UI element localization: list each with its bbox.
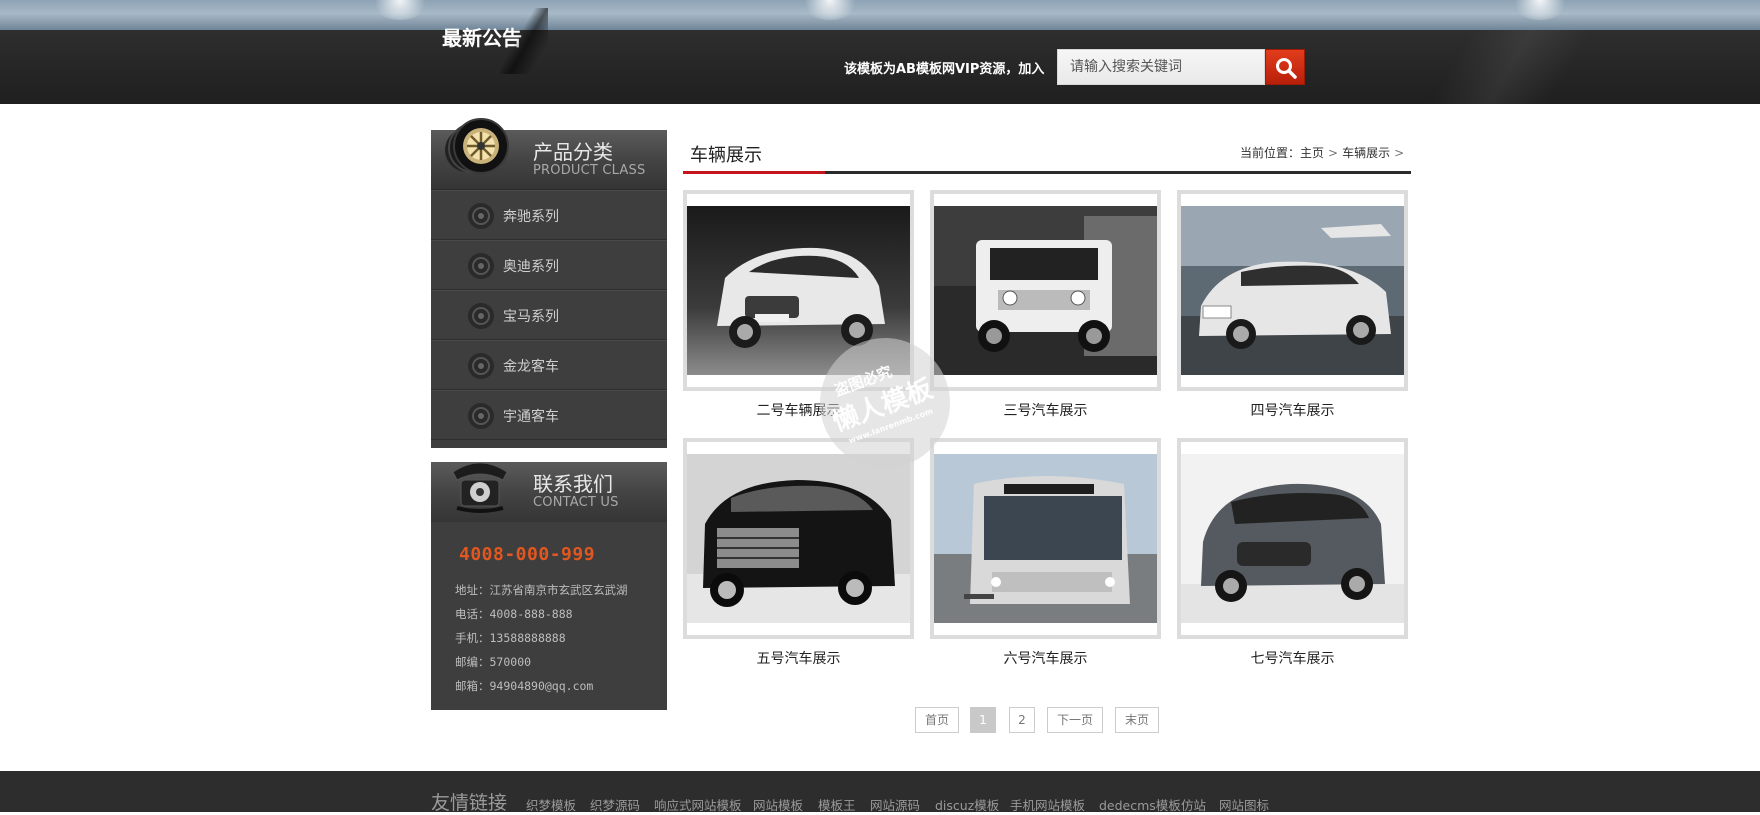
category-header: 产品分类 PRODUCT CLASS: [431, 118, 667, 190]
contact-email: 邮箱：94904890@qq.com: [455, 679, 594, 693]
contact-title: 联系我们: [533, 472, 613, 496]
category-item-audi[interactable]: 奥迪系列: [431, 240, 667, 290]
footer-link[interactable]: 响应式网站模板: [654, 795, 742, 814]
category-item-label: 金龙客车: [503, 359, 559, 375]
footer-link[interactable]: dedecms模板: [1099, 795, 1181, 814]
search-icon: [1276, 58, 1297, 79]
footer-link[interactable]: 织梦源码: [590, 795, 640, 814]
category-item-label: 宝马系列: [503, 309, 559, 325]
breadcrumb: 当前位置：主页 > 车辆展示 >: [1240, 144, 1408, 161]
product-image-wagon-white: [1181, 206, 1404, 375]
footer-link[interactable]: 模板王: [818, 795, 856, 814]
hotline-number: 4008-000-999: [459, 544, 596, 565]
product-caption[interactable]: 七号汽车展示: [1177, 648, 1408, 668]
product-card[interactable]: [1177, 438, 1408, 639]
category-item-label: 奥迪系列: [503, 259, 559, 275]
notice-bar-sheen: [1380, 30, 1640, 104]
category-item-yutong[interactable]: 宇通客车: [431, 390, 667, 440]
category-item-kinglong[interactable]: 金龙客车: [431, 340, 667, 390]
contact-address: 地址：江苏省南京市玄武区玄武湖: [455, 583, 628, 597]
contact-header: 联系我们 CONTACT US: [431, 462, 667, 522]
contact-phone: 电话：4008-888-888: [455, 607, 573, 621]
telephone-icon: [452, 462, 508, 513]
wheel-icon: [468, 403, 494, 429]
product-card[interactable]: [930, 438, 1161, 639]
footer-link[interactable]: 网站源码: [870, 795, 920, 814]
category-item-label: 奔驰系列: [503, 209, 559, 225]
tire-icon: [445, 118, 509, 174]
footer-link[interactable]: discuz模板: [935, 795, 999, 814]
contact-mobile: 手机：13588888888: [455, 631, 566, 645]
product-caption[interactable]: 四号汽车展示: [1177, 400, 1408, 420]
header-banner-strip: [0, 0, 1760, 30]
vip-notice-text[interactable]: 该模板为AB模板网VIP资源，加入: [844, 58, 1044, 77]
wheel-icon: [468, 203, 494, 229]
pagination-first[interactable]: 首页: [915, 707, 959, 733]
pagination-page-2[interactable]: 2: [1009, 707, 1035, 733]
breadcrumb-current-link[interactable]: 车辆展示: [1342, 146, 1390, 160]
product-caption[interactable]: 六号汽车展示: [930, 648, 1161, 668]
category-subtitle: PRODUCT CLASS: [533, 163, 646, 178]
product-card[interactable]: [1177, 190, 1408, 391]
search-button[interactable]: [1265, 49, 1305, 85]
notice-title-decoration: [500, 8, 548, 74]
footer-link[interactable]: 仿站: [1181, 795, 1206, 814]
product-caption[interactable]: 三号汽车展示: [930, 400, 1161, 420]
product-caption[interactable]: 五号汽车展示: [683, 648, 914, 668]
chevron-right-icon: >: [1394, 146, 1405, 160]
breadcrumb-prefix: 当前位置：: [1240, 146, 1301, 160]
footer-link[interactable]: 手机网站模板: [1010, 795, 1085, 814]
banner-glow: [800, 0, 860, 20]
pagination-next[interactable]: 下一页: [1047, 707, 1103, 733]
footer-links-title: 友情链接: [431, 792, 508, 814]
product-category-panel: 产品分类 PRODUCT CLASS 奔驰系列 奥迪系列 宝马系列 金龙客车 宇…: [431, 118, 667, 448]
category-item-bmw[interactable]: 宝马系列: [431, 290, 667, 340]
product-card[interactable]: [930, 190, 1161, 391]
chevron-right-icon: >: [1328, 146, 1339, 160]
wheel-icon: [468, 353, 494, 379]
product-image-bus: [934, 454, 1157, 623]
banner-glow: [370, 0, 430, 20]
wheel-icon: [468, 303, 494, 329]
product-image-gclass-white: [934, 206, 1157, 375]
category-item-label: 宇通客车: [503, 409, 559, 425]
footer: 友情链接 织梦模板 织梦源码 响应式网站模板 网站模板 模板王 网站源码 dis…: [0, 771, 1760, 814]
title-divider-accent: [683, 171, 825, 174]
wheel-icon: [468, 253, 494, 279]
banner-glow: [1510, 0, 1570, 20]
contact-postcode: 邮编：570000: [455, 655, 532, 669]
contact-panel: 联系我们 CONTACT US 4008-000-999 地址：江苏省南京市玄武…: [431, 462, 667, 710]
product-image-suv-black: [687, 454, 910, 623]
pagination-last[interactable]: 末页: [1115, 707, 1159, 733]
category-title: 产品分类: [533, 140, 613, 164]
breadcrumb-home-link[interactable]: 主页: [1300, 146, 1324, 160]
section-title: 车辆展示: [690, 145, 762, 166]
category-item-benz[interactable]: 奔驰系列: [431, 190, 667, 240]
footer-link[interactable]: 网站图标: [1219, 795, 1269, 814]
pagination-page-1[interactable]: 1: [970, 707, 996, 733]
footer-link[interactable]: 织梦模板: [526, 795, 576, 814]
contact-subtitle: CONTACT US: [533, 495, 619, 510]
footer-link[interactable]: 网站模板: [753, 795, 803, 814]
search-input[interactable]: [1057, 49, 1265, 85]
product-image-van-grey: [1181, 454, 1404, 623]
